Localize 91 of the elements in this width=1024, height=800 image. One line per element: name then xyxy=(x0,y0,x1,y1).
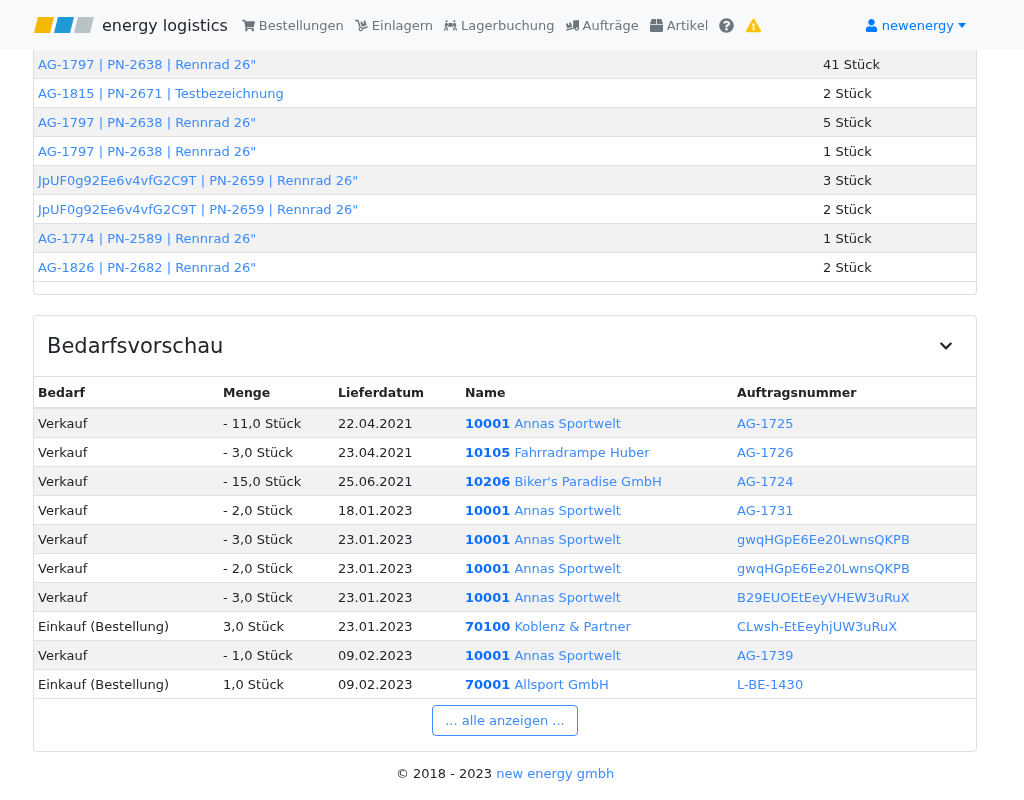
quantity-cell-text: 41 Stück xyxy=(823,56,881,72)
table-cell-text: Verkauf xyxy=(38,415,89,431)
card-title: Bedarfsvorschau xyxy=(47,334,224,358)
quantity-cell-text: 5 Stück xyxy=(823,114,873,130)
customer-link[interactable]: 10001 Annas Sportwelt xyxy=(465,531,737,547)
dolly-icon xyxy=(354,18,368,32)
logo-icon xyxy=(34,17,94,33)
table-cell-text: 23.01.2023 xyxy=(338,531,414,547)
customer-link[interactable]: 10001 Annas Sportwelt xyxy=(465,502,737,518)
table-cell-text: 09.02.2023 xyxy=(338,647,414,663)
cart-icon xyxy=(241,18,255,32)
table-cell-text: - 2,0 Stück xyxy=(223,502,294,518)
order-link[interactable]: AG-1731 xyxy=(737,502,972,518)
article-link[interactable]: AG-1797 | PN-2638 | Rennrad 26" xyxy=(38,114,823,130)
article-link[interactable]: AG-1774 | PN-2589 | Rennrad 26" xyxy=(38,230,823,246)
table-cell-text: Verkauf xyxy=(38,502,89,518)
quantity-cell-text: 3 Stück xyxy=(823,172,873,188)
table-cell-text: Einkauf (Bestellung) xyxy=(38,676,171,692)
customer-link[interactable]: 10206 Biker's Paradise GmbH xyxy=(465,473,737,489)
company-link[interactable]: new energy gmbh xyxy=(496,766,615,781)
order-link[interactable]: AG-1726 xyxy=(737,444,972,460)
quantity-cell-text: 1 Stück xyxy=(823,230,873,246)
truck-icon xyxy=(565,18,579,32)
caret-icon xyxy=(958,22,966,28)
customer-link[interactable]: 10001 Annas Sportwelt xyxy=(465,589,737,605)
order-link[interactable]: AG-1724 xyxy=(737,473,972,489)
order-link[interactable]: AG-1739 xyxy=(737,647,972,663)
user-icon xyxy=(864,18,878,32)
table-cell-text: Verkauf xyxy=(38,531,89,547)
table-cell-text: Verkauf xyxy=(38,473,89,489)
people-carrying-icon xyxy=(444,18,458,32)
customer-link[interactable]: 10001 Annas Sportwelt xyxy=(465,560,737,576)
table-cell-text: 22.04.2021 xyxy=(338,415,414,431)
customer-link[interactable]: 10105 Fahrradrampe Huber xyxy=(465,444,737,460)
nav-link[interactable]: Bestellungen xyxy=(241,17,344,33)
order-link[interactable]: gwqHGpE6Ee20LwnsQKPB xyxy=(737,560,972,576)
table-cell-text: 3,0 Stück xyxy=(223,618,286,634)
show-all-button[interactable]: ... alle anzeigen ... xyxy=(432,705,578,736)
table-cell-text: - 3,0 Stück xyxy=(223,531,294,547)
nav-link[interactable]: Lagerbuchung xyxy=(444,17,555,33)
column-header: Auftragsnummer xyxy=(737,384,858,400)
box-icon xyxy=(649,18,663,32)
quantity-cell-text: 2 Stück xyxy=(823,259,873,275)
article-link[interactable]: AG-1826 | PN-2682 | Rennrad 26" xyxy=(38,259,823,275)
article-link[interactable]: AG-1797 | PN-2638 | Rennrad 26" xyxy=(38,143,823,159)
quantity-cell-text: 2 Stück xyxy=(823,201,873,217)
table-cell-text: - 3,0 Stück xyxy=(223,589,294,605)
table-cell-text: 18.01.2023 xyxy=(338,502,414,518)
quantity-cell-text: 1 Stück xyxy=(823,143,873,159)
article-link[interactable]: JpUF0g92Ee6v4vfG2C9T | PN-2659 | Rennrad 26" xyxy=(38,201,823,217)
nav-link[interactable]: Einlagern xyxy=(354,17,434,33)
column-header: Menge xyxy=(223,384,272,400)
brand-name[interactable]: energy logistics xyxy=(102,15,228,35)
order-link[interactable]: gwqHGpE6Ee20LwnsQKPB xyxy=(737,531,972,547)
table-cell-text: 23.01.2023 xyxy=(338,560,414,576)
article-link[interactable]: JpUF0g92Ee6v4vfG2C9T | PN-2659 | Rennrad 26" xyxy=(38,172,823,188)
table-cell-text: Verkauf xyxy=(38,560,89,576)
customer-link[interactable]: 10001 Annas Sportwelt xyxy=(465,647,737,663)
customer-link[interactable]: 70100 Koblenz & Partner xyxy=(465,618,737,634)
table-cell-text: - 2,0 Stück xyxy=(223,560,294,576)
table-cell-text: - 3,0 Stück xyxy=(223,444,294,460)
order-link[interactable]: AG-1725 xyxy=(737,415,972,431)
quantity-cell-text: 2 Stück xyxy=(823,85,873,101)
table-cell-text: Verkauf xyxy=(38,647,89,663)
table-cell-text: Verkauf xyxy=(38,444,89,460)
article-link[interactable]: AG-1797 | PN-2638 | Rennrad 26" xyxy=(38,56,823,72)
order-link[interactable]: B29EUOEtEeyVHEW3uRuX xyxy=(737,589,972,605)
customer-link[interactable]: 10001 Annas Sportwelt xyxy=(465,415,737,431)
order-link[interactable]: CLwsh-EtEeyhjUW3uRuX xyxy=(737,618,972,634)
order-link[interactable]: L-BE-1430 xyxy=(737,676,972,692)
copyright-text: © 2018 - 2023 xyxy=(395,766,494,781)
nav-link[interactable]: Aufträge xyxy=(565,17,639,33)
table-cell-text: - 15,0 Stück xyxy=(223,473,303,489)
table-cell-text: 23.04.2021 xyxy=(338,444,414,460)
table-cell-text: 25.06.2021 xyxy=(338,473,414,489)
user-menu[interactable]: newenergy xyxy=(864,17,966,33)
table-cell-text: 1,0 Stück xyxy=(223,676,286,692)
table-cell-text: Verkauf xyxy=(38,589,89,605)
table-cell-text: 09.02.2023 xyxy=(338,676,414,692)
column-header: Lieferdatum xyxy=(338,384,426,400)
table-cell-text: 23.01.2023 xyxy=(338,618,414,634)
nav-link[interactable]: Artikel xyxy=(649,17,709,33)
table-cell-text: - 11,0 Stück xyxy=(223,415,303,431)
table-cell-text: Einkauf (Bestellung) xyxy=(38,618,171,634)
table-cell-text: - 1,0 Stück xyxy=(223,647,294,663)
column-header: Name xyxy=(465,384,507,400)
customer-link[interactable]: 70001 Allsport GmbH xyxy=(465,676,737,692)
column-header: Bedarf xyxy=(38,384,86,400)
article-link[interactable]: AG-1815 | PN-2671 | Testbezeichnung xyxy=(38,85,823,101)
table-cell-text: 23.01.2023 xyxy=(338,589,414,605)
help-icon[interactable] xyxy=(719,17,735,33)
